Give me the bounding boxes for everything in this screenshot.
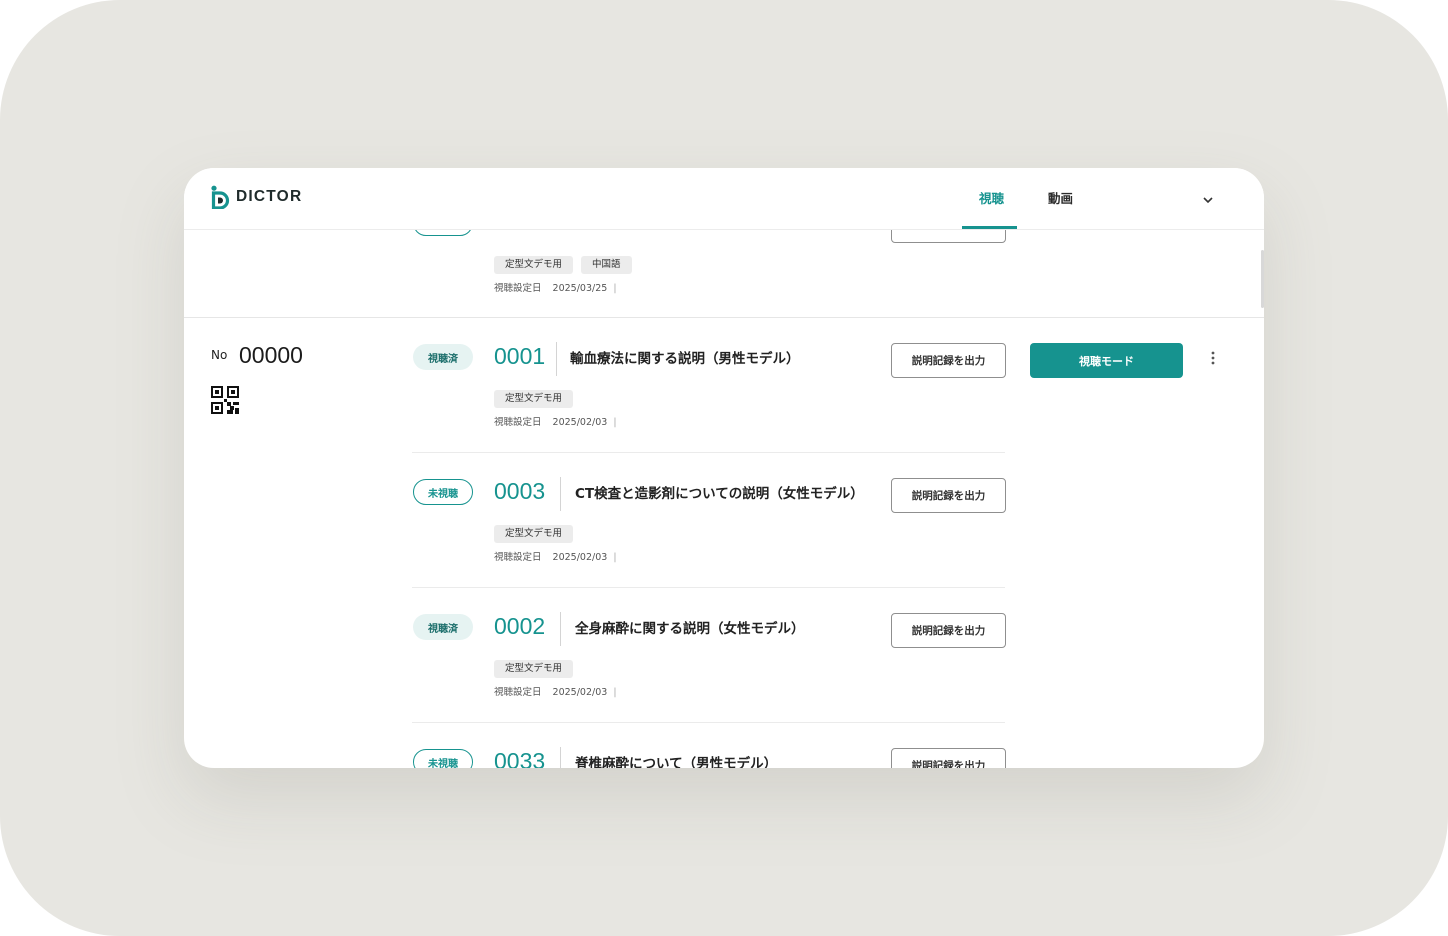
list-item: 未視聴 0003 CT検査と造影剤についての説明（女性モデル） 説明記録を出力 … <box>184 453 1264 588</box>
entry-title[interactable]: 輸血療法に関する説明（男性モデル） <box>570 347 800 367</box>
list-item: 未視聴 0033 脊椎麻酔について（男性モデル） 説明記録を出力 <box>184 723 1264 768</box>
date-label: 視聴設定日 <box>494 552 542 563</box>
chevron-down-icon[interactable] <box>1202 190 1214 209</box>
app-window: 定型文デモ用 中国語 視聴設定日 2025/03/25 | No 00000 視… <box>184 168 1264 768</box>
app-name: DICTOR <box>236 188 303 205</box>
date-label: 視聴設定日 <box>494 283 542 294</box>
view-setting-date: 視聴設定日 2025/02/03 | <box>494 687 617 698</box>
entry-title[interactable]: 全身麻酔に関する説明（女性モデル） <box>575 617 805 637</box>
scrollbar-thumb[interactable] <box>1261 250 1264 308</box>
separator <box>556 342 557 376</box>
active-tab-indicator <box>962 226 1017 229</box>
view-setting-date: 視聴設定日 2025/02/03 | <box>494 417 617 428</box>
status-badge: 視聴済 <box>413 614 473 640</box>
export-record-button[interactable]: 説明記録を出力 <box>891 343 1006 378</box>
top-bar: DICTOR 視聴 動画 <box>184 168 1264 230</box>
entry-title[interactable]: CT検査と造影剤についての説明（女性モデル） <box>575 482 864 502</box>
status-badge: 未視聴 <box>413 749 473 768</box>
separator <box>560 612 561 646</box>
tag: 定型文デモ用 <box>494 525 574 543</box>
tab-videos[interactable]: 動画 <box>1048 188 1073 207</box>
export-record-button[interactable]: 説明記録を出力 <box>891 478 1006 513</box>
date-value: 2025/02/03 <box>552 552 608 563</box>
view-setting-date: 視聴設定日 2025/02/03 | <box>494 552 617 563</box>
entry-number: 0003 <box>494 478 546 504</box>
dictor-logo-icon <box>211 185 230 209</box>
scroll-content: 定型文デモ用 中国語 視聴設定日 2025/03/25 | No 00000 視… <box>184 168 1264 768</box>
date-value: 2025/02/03 <box>552 417 608 428</box>
tab-viewing[interactable]: 視聴 <box>979 188 1004 207</box>
tag: 定型文デモ用 <box>494 390 574 408</box>
export-record-button[interactable]: 説明記録を出力 <box>891 613 1006 648</box>
view-setting-date: 視聴設定日 2025/03/25 | <box>494 283 617 294</box>
tag: 中国語 <box>581 256 632 274</box>
tag: 定型文デモ用 <box>494 660 574 678</box>
list-item: 視聴済 0001 輸血療法に関する説明（男性モデル） 説明記録を出力 定型文デモ… <box>184 318 1264 453</box>
separator <box>560 477 561 511</box>
entry-number: 0033 <box>494 748 546 768</box>
entry-number: 0002 <box>494 613 546 639</box>
separator <box>560 747 561 768</box>
status-badge: 未視聴 <box>413 479 473 505</box>
date-label: 視聴設定日 <box>494 687 542 698</box>
desktop-background: 定型文デモ用 中国語 視聴設定日 2025/03/25 | No 00000 視… <box>0 0 1448 936</box>
list-item: 視聴済 0002 全身麻酔に関する説明（女性モデル） 説明記録を出力 定型文デモ… <box>184 588 1264 723</box>
entry-number: 0001 <box>494 343 546 369</box>
date-value: 2025/03/25 <box>552 283 608 294</box>
tag: 定型文デモ用 <box>494 256 574 274</box>
export-record-button[interactable]: 説明記録を出力 <box>891 748 1006 768</box>
date-value: 2025/02/03 <box>552 687 608 698</box>
date-label: 視聴設定日 <box>494 417 542 428</box>
dictor-logo[interactable]: DICTOR <box>210 185 302 209</box>
entry-title[interactable]: 脊椎麻酔について（男性モデル） <box>575 752 777 768</box>
status-badge: 視聴済 <box>413 344 473 370</box>
